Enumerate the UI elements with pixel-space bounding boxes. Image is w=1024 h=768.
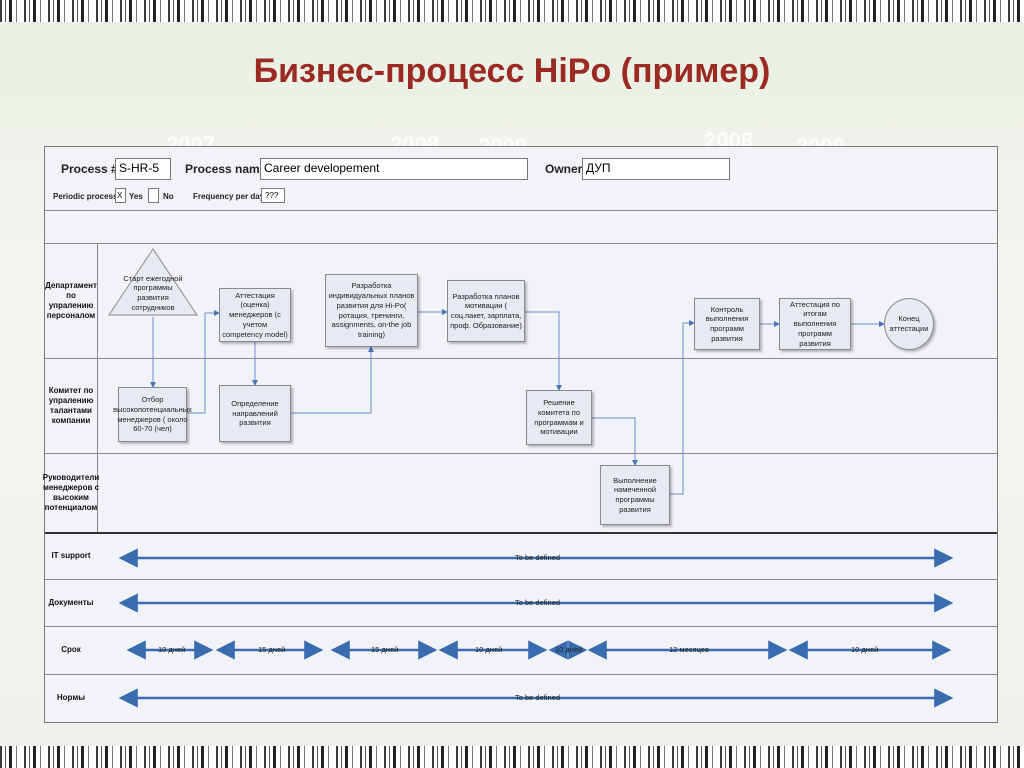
term-label: 10 дней — [851, 645, 879, 654]
node-end: Конец аттестации — [884, 298, 934, 350]
node-motivation-plans: Разработка планов мотивации ( соц.пакет,… — [447, 280, 525, 342]
node-attestation: Аттестация (оценка) менеджеров (с учетом… — [219, 288, 291, 342]
node-selection: Отбор высокопотенциальных менеджеров ( о… — [113, 387, 192, 442]
top-decorative-border — [0, 0, 1024, 22]
node-execution: Выполнение намеченной программы развития — [600, 465, 670, 525]
term-label: 10 дней — [555, 645, 583, 654]
term-label: 15 дней — [371, 645, 399, 654]
node-start: Старт ежегодной программы развития сотру… — [123, 273, 183, 312]
node-directions: Определение направлений развития — [219, 385, 291, 442]
slide-title: Бизнес-процесс HiPo (пример) — [253, 52, 771, 90]
node-committee-decision: Решение комитета по программам и мотивац… — [526, 390, 592, 445]
flow-connectors — [108, 248, 954, 708]
term-label: 15 дней — [258, 645, 286, 654]
it-support-text: To be defined — [515, 553, 561, 562]
term-label: 10 дней — [475, 645, 503, 654]
node-attestation-results: Аттестация по итогам выполнения программ… — [779, 298, 851, 350]
term-label: 12 месяцев — [669, 645, 709, 654]
process-diagram: Process # S-HR-5 Process name Career dev… — [43, 146, 998, 723]
bottom-decorative-border — [0, 746, 1024, 768]
node-development-plans: Разработка индивидуальных планов развити… — [325, 274, 418, 347]
node-control: Контроль выполнения программ развития — [694, 298, 760, 350]
documents-text: To be defined — [515, 598, 561, 607]
norms-text: To be defined — [515, 693, 561, 702]
term-label: 10 дней — [158, 645, 186, 654]
